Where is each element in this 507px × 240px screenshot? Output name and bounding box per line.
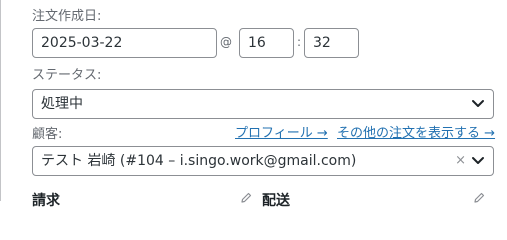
status-label: ステータス:: [32, 68, 102, 83]
chevron-down-icon: [472, 157, 484, 164]
customer-profile-link[interactable]: プロフィール →: [235, 126, 328, 142]
status-select[interactable]: 処理中: [32, 89, 494, 119]
order-hour-input[interactable]: 16: [239, 28, 294, 58]
panel-border: [0, 0, 1, 201]
time-separator: :: [297, 35, 302, 49]
shipping-edit-pencil-icon[interactable]: [473, 192, 485, 204]
shipping-heading: 配送: [262, 193, 290, 209]
customer-select[interactable]: テスト 岩崎 (#104 – i.singo.work@gmail.com) ×: [32, 146, 494, 176]
at-separator: @: [220, 35, 232, 49]
order-data-panel: 注文作成日: 2025-03-22 @ 16 : 32 ステータス: 処理中 顧…: [0, 0, 507, 209]
chevron-down-icon: [472, 100, 484, 107]
clear-customer-icon[interactable]: ×: [455, 147, 466, 175]
customer-other-orders-link[interactable]: その他の注文を表示する →: [337, 126, 495, 142]
order-date-input[interactable]: 2025-03-22: [32, 28, 217, 58]
order-minute-input[interactable]: 32: [304, 28, 359, 58]
billing-edit-pencil-icon[interactable]: [240, 192, 252, 204]
billing-heading: 請求: [32, 193, 60, 209]
order-date-label: 注文作成日:: [32, 9, 102, 24]
customer-label: 顧客:: [32, 127, 63, 142]
customer-selected-value: テスト 岩崎 (#104 – i.singo.work@gmail.com): [41, 153, 357, 169]
status-selected-value: 処理中: [41, 96, 83, 112]
